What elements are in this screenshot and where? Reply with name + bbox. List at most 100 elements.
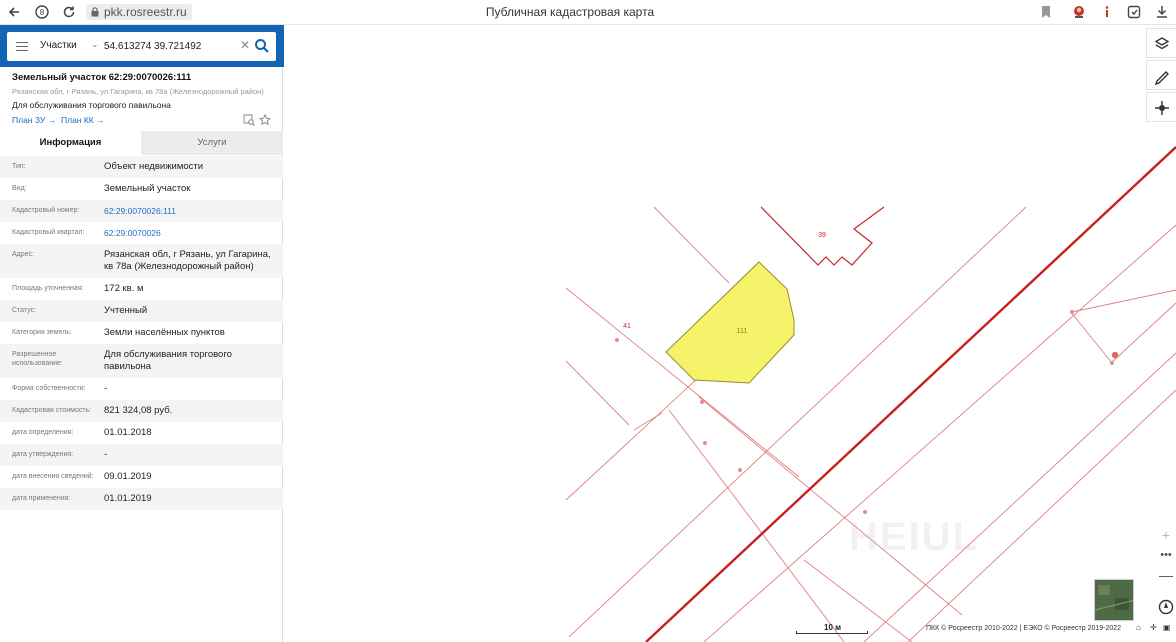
info-row: Разрешенное использование: Для обслуживан… <box>0 344 283 378</box>
info-label: Тип: <box>12 163 26 170</box>
search-header: Участки ⌄ ✕ ‹ <box>0 25 293 67</box>
boundary-line <box>565 376 700 501</box>
selected-parcel[interactable] <box>665 261 795 384</box>
boundary-line <box>1071 289 1176 313</box>
boundary-point <box>863 510 867 514</box>
cadastral-map[interactable]: 111 39 41 HEIUL + ••• — 10 м ПКК © Росре… <box>284 25 1176 642</box>
info-row: Кадастровый номер: 62:29:0070026:111 <box>0 200 283 222</box>
extension-avatar-icon[interactable] <box>1071 4 1087 20</box>
info-icon[interactable] <box>1099 4 1115 20</box>
zoom-in-button[interactable]: + <box>1156 525 1176 545</box>
boundary-point <box>700 400 704 404</box>
info-label: дата применения: <box>12 495 71 502</box>
layers-button[interactable] <box>1146 28 1176 58</box>
compass-button[interactable] <box>1156 597 1176 617</box>
info-value: - <box>104 449 108 460</box>
info-row: Площадь уточненная: 172 кв. м <box>0 278 283 300</box>
info-label: Разрешенное использование: <box>12 351 63 367</box>
info-value: 01.01.2018 <box>104 427 152 438</box>
info-row: Тип: Объект недвижимости <box>0 156 283 178</box>
boundary-point <box>615 338 619 342</box>
plan-zu-link[interactable]: План ЗУ → <box>12 115 56 125</box>
more-options-icon[interactable]: ••• <box>1156 545 1176 565</box>
info-value: - <box>104 383 108 394</box>
tab-information[interactable]: Информация <box>0 131 141 155</box>
page-title: Публичная кадастровая карта <box>485 5 655 19</box>
tab-services[interactable]: Услуги <box>141 131 283 155</box>
chevron-down-icon[interactable]: ⌄ <box>91 39 99 50</box>
info-row: Кадастровая стоимость: 821 324,08 руб. <box>0 400 283 422</box>
scale-bar <box>796 631 868 634</box>
info-value: Для обслуживания торгового павильона <box>104 349 232 372</box>
compass-icon <box>1158 599 1174 615</box>
info-row: Категория земель: Земли населённых пункто… <box>0 322 283 344</box>
parcel-label-111: 111 <box>737 328 748 335</box>
info-row: дата утверждения: - <box>0 444 283 466</box>
boundary-point <box>1070 310 1074 314</box>
info-row: Форма собственности: - <box>0 378 283 400</box>
info-value: Рязанская обл, г Рязань, ул Гагарина, кв… <box>104 249 271 272</box>
crosshair-icon <box>1155 101 1169 115</box>
camera-icon[interactable]: ▣ <box>1163 623 1171 632</box>
map-canvas[interactable]: 111 39 41 <box>284 25 1176 642</box>
info-value-link[interactable]: 62:29:0070026 <box>104 227 276 239</box>
boundary-line <box>565 360 630 426</box>
object-info-panel: Участки ⌄ ✕ ‹ Земельный участок 62:29:00… <box>0 25 293 642</box>
info-label: Кадастровый квартал: <box>12 229 85 236</box>
bookmark-icon[interactable] <box>1038 4 1054 20</box>
boundary-line <box>568 206 1027 638</box>
search-type-select[interactable]: Участки <box>40 40 77 51</box>
search-input[interactable] <box>104 37 236 55</box>
ruler-icon <box>1154 71 1169 86</box>
star-icon[interactable] <box>259 114 271 126</box>
info-row: дата внесения сведений: 09.01.2019 <box>0 466 283 488</box>
info-label: Кадастровая стоимость: <box>12 407 92 414</box>
object-title: Земельный участок 62:29:0070026:111 <box>12 72 192 83</box>
thick-boundary-line <box>645 146 1176 642</box>
parcel-label-41: 41 <box>623 323 631 330</box>
basemap-thumbnail[interactable] <box>1094 579 1134 621</box>
attribution: ПКК © Росреестр 2010-2022 | ЕЭКО © Росре… <box>926 625 1122 632</box>
crosshair-small-icon[interactable]: ✛ <box>1150 623 1157 632</box>
info-row: Кадастровый квартал: 62:29:0070026 <box>0 222 283 244</box>
info-label: Площадь уточненная: <box>12 285 84 292</box>
info-tabs: Информация Услуги <box>0 131 283 155</box>
info-label: Кадастровый номер: <box>12 207 80 214</box>
zoom-to-object-icon[interactable] <box>243 114 255 126</box>
parcel-label-39: 39 <box>818 232 826 239</box>
home-icon[interactable]: ⌂ <box>1136 623 1141 632</box>
info-row: Адрес: Рязанская обл, г Рязань, ул Гагари… <box>0 244 283 278</box>
plan-kk-link[interactable]: План КК → <box>61 115 105 125</box>
extensions-icon[interactable] <box>1126 4 1142 20</box>
boundary-point <box>738 468 742 472</box>
info-value: Объект недвижимости <box>104 161 204 172</box>
info-label: дата внесения сведений: <box>12 473 94 480</box>
info-label: дата определения: <box>12 429 74 436</box>
info-value: 172 кв. м <box>104 283 144 294</box>
info-value: 821 324,08 руб. <box>104 405 173 416</box>
clear-icon[interactable]: ✕ <box>240 38 250 52</box>
measure-button[interactable] <box>1146 60 1176 90</box>
info-row: дата определения: 01.01.2018 <box>0 422 283 444</box>
object-address: Рязанская обл, г Рязань, ул Гагарина, кв… <box>12 87 264 96</box>
zoom-out-button[interactable]: — <box>1156 565 1176 585</box>
info-value: Земельный участок <box>104 183 191 194</box>
watermark: HEIUL <box>849 515 979 559</box>
locate-button[interactable] <box>1146 92 1176 122</box>
info-row: Вид: Земельный участок <box>0 178 283 200</box>
info-label: Адрес: <box>12 251 34 258</box>
info-value-link[interactable]: 62:29:0070026:111 <box>104 205 276 217</box>
info-value: 01.01.2019 <box>104 493 152 504</box>
boundary-line <box>1069 310 1113 364</box>
search-icon[interactable] <box>254 38 270 54</box>
menu-icon[interactable] <box>16 42 28 51</box>
download-icon[interactable] <box>1154 4 1170 20</box>
boundary-line <box>1110 302 1176 364</box>
boundary-point <box>1110 361 1114 365</box>
info-row: Статус: Учтенный <box>0 300 283 322</box>
boundary-point <box>703 441 707 445</box>
boundary-point <box>1111 351 1119 359</box>
info-label: Форма собственности: <box>12 385 86 392</box>
boundary-line <box>698 396 963 616</box>
boundary-line <box>653 206 730 284</box>
